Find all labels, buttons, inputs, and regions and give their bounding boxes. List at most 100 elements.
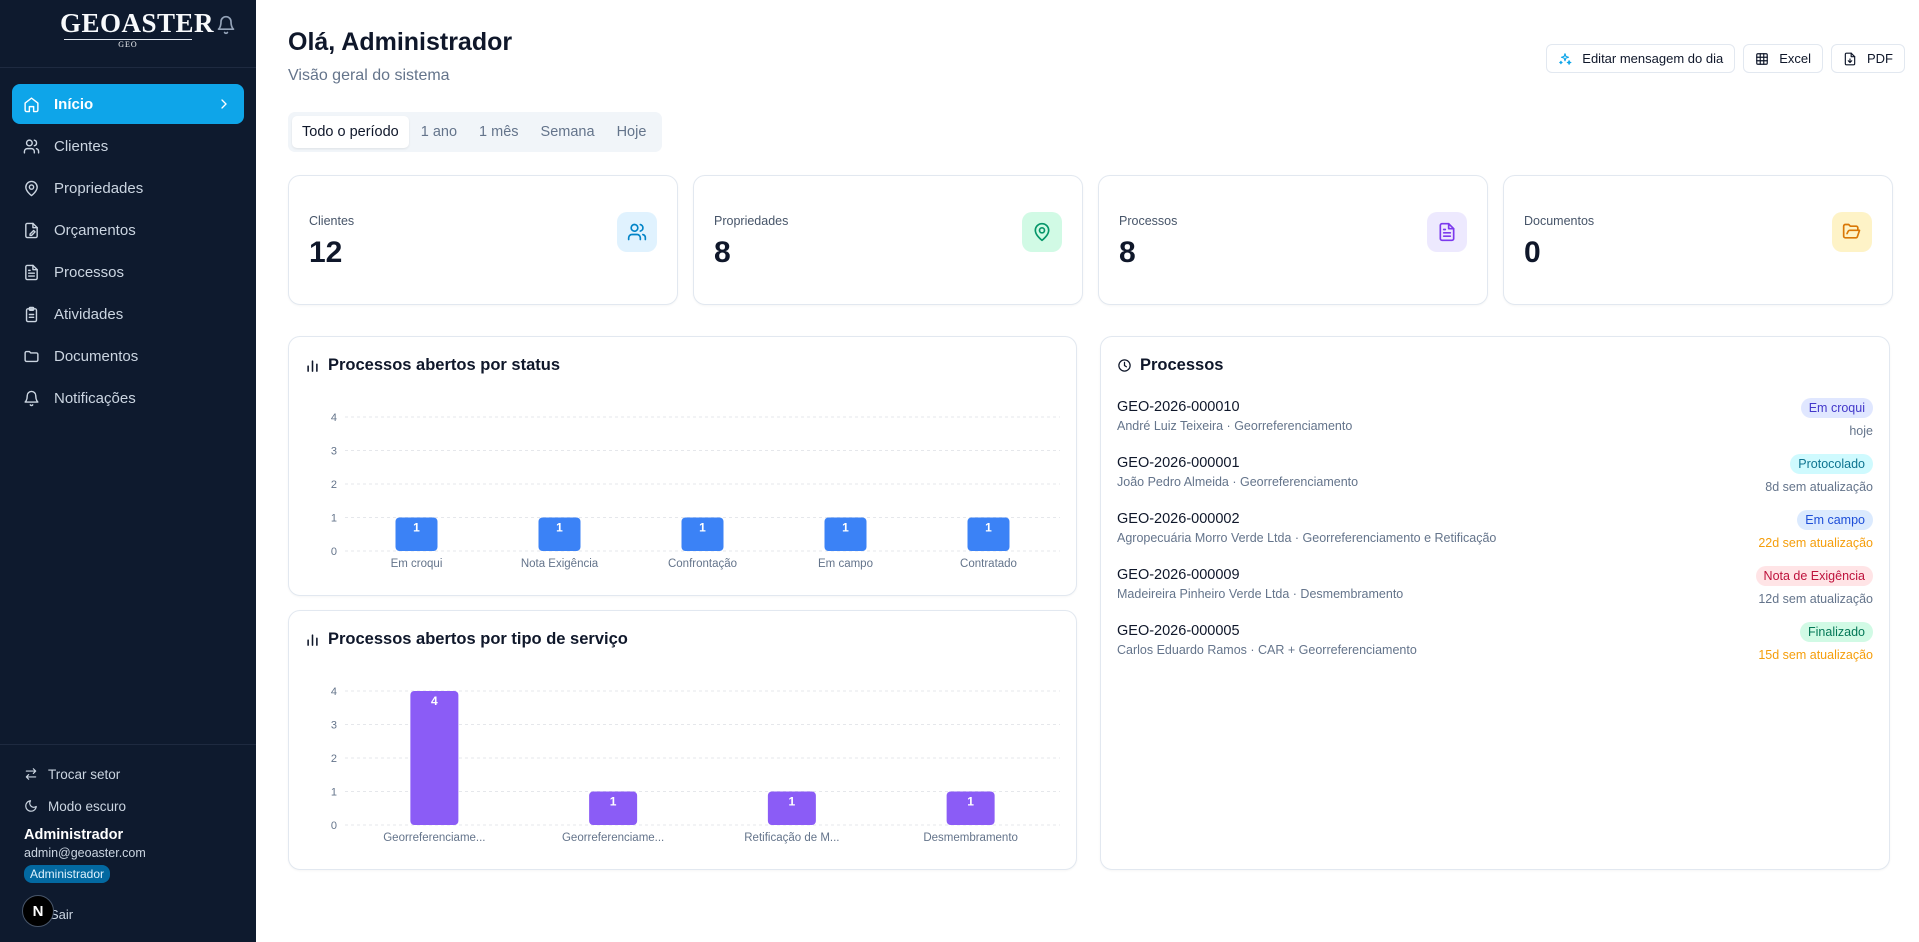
dark-mode-toggle[interactable]: Modo escuro <box>24 795 256 817</box>
clock-icon <box>1118 359 1131 372</box>
bar-chart-service: 0 1 2 3 4 4 Georreferenciame... 1 Georreferencia… <box>331 686 1060 844</box>
process-description: João Pedro Almeida · Georreferenciamento <box>1117 475 1359 489</box>
bar-value-label: 1 <box>413 521 420 535</box>
users-icon <box>23 138 40 154</box>
sidebar-item-notificacoes[interactable]: Notificações <box>12 378 244 418</box>
process-status-badge: Em croqui <box>1800 398 1873 418</box>
process-code: GEO-2026-000005 <box>1117 623 1240 639</box>
bar-value-label: 1 <box>789 795 796 809</box>
sidebar-item-label: Processos <box>54 263 125 281</box>
logo[interactable]: GEOASTER GEO <box>60 8 214 50</box>
chart-card-status: Processos abertos por status 0 1 2 3 4 1 Em cr… <box>288 336 1077 596</box>
stat-value: 0 <box>1524 236 1541 269</box>
sidebar-item-label: Documentos <box>54 347 139 365</box>
n-avatar-badge[interactable]: N <box>22 895 54 927</box>
process-last-update: hoje <box>1849 424 1873 438</box>
arrows-swap-icon <box>25 768 37 780</box>
process-status-badge: Nota de Exigência <box>1755 566 1873 586</box>
stat-label: Documentos <box>1524 214 1595 228</box>
x-tick-label: Em campo <box>818 558 873 570</box>
y-tick-label: 0 <box>331 820 337 832</box>
process-code: GEO-2026-000001 <box>1117 455 1240 471</box>
process-last-update: 15d sem atualização <box>1758 648 1873 662</box>
bar-value-label: 1 <box>610 795 617 809</box>
process-description: Agropecuária Morro Verde Ltda · Georrefe… <box>1117 531 1497 545</box>
process-last-update: 22d sem atualização <box>1758 536 1873 550</box>
tab-todo-periodo[interactable]: Todo o período <box>292 116 409 148</box>
x-tick-label: Em croqui <box>391 558 443 570</box>
sidebar-footer: Trocar setor Modo escuro Administrador a… <box>0 744 256 927</box>
export-pdf-button[interactable]: PDF <box>1831 44 1905 73</box>
process-row[interactable]: GEO-2026-000001 João Pedro Almeida · Geor… <box>1117 454 1873 511</box>
header-actions: Editar mensagem do dia Excel PDF <box>1546 44 1905 73</box>
sidebar-nav: Início Clientes Propriedades Orçamentos … <box>12 84 244 420</box>
period-tabs: Todo o período 1 ano 1 mês Semana Hoje <box>288 112 663 152</box>
process-row[interactable]: GEO-2026-000010 André Luiz Teixeira · Geo… <box>1117 398 1873 455</box>
stat-value: 12 <box>309 236 343 269</box>
stat-value: 8 <box>1119 236 1136 269</box>
process-last-update: 8d sem atualização <box>1765 480 1873 494</box>
process-description: André Luiz Teixeira · Georreferenciament… <box>1117 419 1353 433</box>
map-pin-icon <box>1034 222 1050 242</box>
sparkles-icon <box>1559 52 1572 65</box>
file-text-icon <box>1439 222 1455 242</box>
sidebar-item-label: Clientes <box>54 137 109 155</box>
y-tick-label: 3 <box>331 720 337 732</box>
process-row[interactable]: GEO-2026-000002 Agropecuária Morro Verde … <box>1117 510 1873 567</box>
users-icon <box>627 223 647 241</box>
dark-mode-label: Modo escuro <box>48 798 127 814</box>
tab-hoje[interactable]: Hoje <box>607 116 657 148</box>
x-tick-label: Georreferenciame... <box>383 832 485 844</box>
export-excel-button[interactable]: Excel <box>1743 44 1823 73</box>
folder-open-icon <box>1842 223 1861 239</box>
sidebar-item-documentos[interactable]: Documentos <box>12 336 244 376</box>
notifications-bell-icon[interactable] <box>216 15 236 35</box>
process-code: GEO-2026-000002 <box>1117 511 1240 527</box>
tab-1-ano[interactable]: 1 ano <box>411 116 467 148</box>
sidebar-item-propriedades[interactable]: Propriedades <box>12 168 244 208</box>
excel-label: Excel <box>1779 51 1811 66</box>
user-role-badge: Administrador <box>24 865 111 883</box>
x-tick-label: Contratado <box>960 558 1017 570</box>
x-tick-label: Retificação de M... <box>744 832 839 844</box>
stat-card-clientes[interactable]: Clientes 12 <box>288 175 678 305</box>
sidebar-item-clientes[interactable]: Clientes <box>12 126 244 166</box>
x-tick-label: Confrontação <box>668 558 737 570</box>
process-code: GEO-2026-000010 <box>1117 399 1240 415</box>
clipboard-icon <box>25 306 38 322</box>
bell-icon <box>24 390 39 406</box>
stat-card-documentos[interactable]: Documentos 0 <box>1503 175 1893 305</box>
stat-card-propriedades[interactable]: Propriedades 8 <box>693 175 1083 305</box>
stat-label: Clientes <box>309 214 355 228</box>
process-status-badge: Em campo <box>1797 510 1873 530</box>
folder-icon <box>24 350 39 362</box>
stat-value: 8 <box>714 236 731 269</box>
sidebar-item-processos[interactable]: Processos <box>12 252 244 292</box>
chevron-right-icon <box>221 99 227 109</box>
bar[interactable] <box>410 691 459 825</box>
sidebar-item-label: Atividades <box>54 305 124 323</box>
y-tick-label: 4 <box>331 412 337 424</box>
stat-card-processos[interactable]: Processos 8 <box>1098 175 1488 305</box>
tab-semana[interactable]: Semana <box>531 116 605 148</box>
process-row[interactable]: GEO-2026-000005 Carlos Eduardo Ramos · CA… <box>1117 622 1873 679</box>
process-description: Carlos Eduardo Ramos · CAR + Georreferen… <box>1117 643 1417 657</box>
process-status-badge: Protocolado <box>1790 454 1873 474</box>
process-row[interactable]: GEO-2026-000009 Madeireira Pinheiro Verde… <box>1117 566 1873 623</box>
switch-sector-button[interactable]: Trocar setor <box>24 763 256 785</box>
map-pin-icon <box>25 180 38 196</box>
sidebar-item-inicio[interactable]: Início <box>12 84 244 124</box>
sidebar-item-orcamentos[interactable]: Orçamentos <box>12 210 244 250</box>
edit-message-button[interactable]: Editar mensagem do dia <box>1546 44 1736 73</box>
y-tick-label: 2 <box>331 479 337 491</box>
tab-1-mes[interactable]: 1 mês <box>469 116 529 148</box>
file-edit-icon <box>25 222 38 238</box>
sidebar-item-atividades[interactable]: Atividades <box>12 294 244 334</box>
edit-message-label: Editar mensagem do dia <box>1582 51 1724 66</box>
switch-sector-label: Trocar setor <box>48 766 121 782</box>
stat-icon-box <box>1022 212 1062 252</box>
user-email: admin@geoaster.com <box>24 846 146 860</box>
page-subtitle: Visão geral do sistema <box>288 67 450 84</box>
page-title: Olá, Administrador <box>288 28 513 56</box>
stat-icon-box <box>1832 212 1872 252</box>
